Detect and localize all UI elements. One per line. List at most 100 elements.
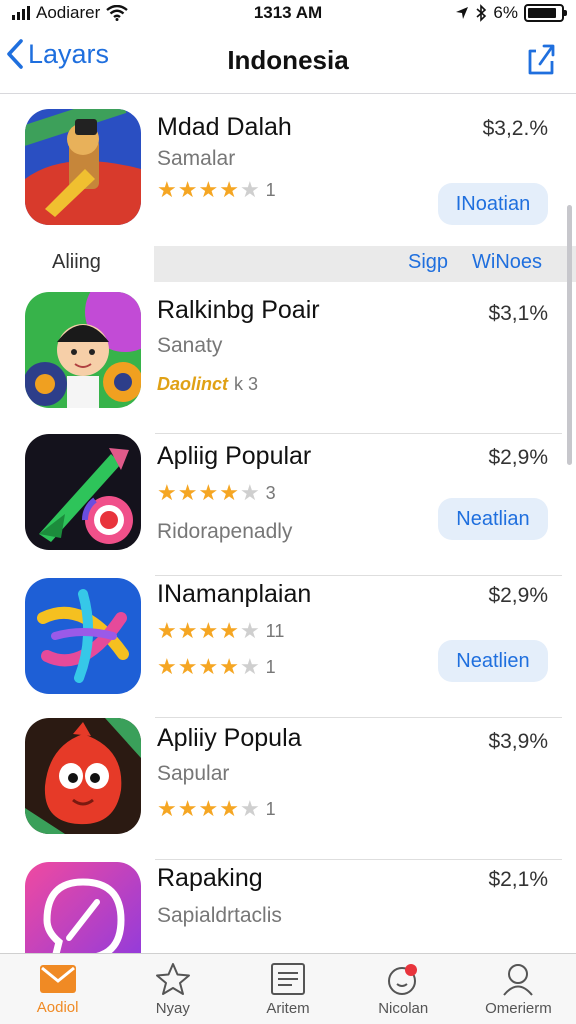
- app-name: Ralkinbg Poair: [157, 296, 320, 324]
- wifi-icon: [106, 5, 129, 21]
- section-link-sigp[interactable]: Sigp: [408, 251, 448, 274]
- app-subtitle: Samalar: [157, 147, 236, 170]
- app-price: $2,1%: [488, 868, 548, 891]
- install-button[interactable]: INoatian: [438, 183, 548, 225]
- star-icon: ★: [157, 618, 177, 643]
- star-icon: ★: [157, 796, 177, 821]
- star-icon: ★: [219, 654, 239, 679]
- rating-count: 3: [265, 482, 276, 503]
- star-rating: ★ ★ ★ ★ ★: [157, 620, 260, 642]
- tab-label: Nicolan: [378, 999, 429, 1017]
- mail-icon: [39, 964, 76, 993]
- app-subtitle: Sapialdrtaclis: [157, 904, 282, 927]
- rating-count: 11: [265, 620, 285, 641]
- tab-label: Omerierm: [485, 999, 552, 1017]
- app-subtitle: Sanaty: [157, 334, 223, 357]
- carrier-label: Aodiarer: [36, 3, 101, 22]
- section-link-winoes[interactable]: WiNoes: [472, 251, 542, 274]
- star-icon: [155, 962, 190, 995]
- app-icon-3: [25, 434, 141, 550]
- app-subtitle: Sapular: [157, 762, 230, 785]
- tab-nicolan[interactable]: Nicolan: [346, 954, 461, 1024]
- star-rating: ★ ★ ★ ★ ★: [157, 656, 260, 678]
- app-row-3[interactable]: Apliig Popular $2,9% ★ ★ ★ ★ ★ 3 Ridorapenad…: [0, 434, 576, 576]
- tab-aodiol[interactable]: Aodiol: [0, 954, 115, 1024]
- star-icon: ★: [219, 618, 239, 643]
- app-rating: ★ ★ ★ ★ ★ 1: [157, 179, 276, 201]
- app-rating: Daolinct k 3: [157, 374, 258, 395]
- app-name: Mdad Dalah: [157, 113, 292, 141]
- back-button[interactable]: Layars: [6, 38, 109, 70]
- battery-percent: 6%: [493, 3, 518, 22]
- tab-label: Aodiol: [36, 998, 79, 1016]
- star-empty-icon: ★: [239, 654, 260, 679]
- star-rating: ★ ★ ★ ★ ★: [157, 798, 260, 820]
- app-name: Apliiy Popula: [157, 724, 302, 752]
- app-price: $3,2.%: [482, 117, 548, 140]
- tab-omerierm[interactable]: Omerierm: [461, 954, 576, 1024]
- app-list[interactable]: Mdad Dalah Samalar $3,2.% ★ ★ ★ ★ ★ 1 INoati…: [0, 95, 576, 953]
- app-row-1[interactable]: Mdad Dalah Samalar $3,2.% ★ ★ ★ ★ ★ 1 INoati…: [0, 109, 576, 251]
- rating-count: 1: [265, 798, 276, 819]
- status-bar: Aodiarer 1313 AM 6%: [0, 0, 576, 26]
- app-price: $3,1%: [488, 302, 548, 325]
- app-rating: ★ ★ ★ ★ ★ 11: [157, 620, 284, 642]
- scrollbar[interactable]: [567, 205, 572, 465]
- star-icon: ★: [198, 654, 219, 679]
- back-button-label: Layars: [28, 38, 110, 69]
- location-arrow-icon: [456, 7, 469, 19]
- star-empty-icon: ★: [239, 480, 260, 505]
- chevron-left-icon: [7, 39, 23, 69]
- rating-count: k 3: [234, 374, 259, 394]
- app-name: Rapaking: [157, 864, 263, 892]
- notification-icon: [388, 963, 418, 995]
- navigation-bar: Layars Indonesia: [0, 28, 576, 94]
- section-label: Aliing: [52, 251, 101, 273]
- star-icon: ★: [157, 654, 177, 679]
- star-icon: ★: [198, 480, 219, 505]
- star-icon: ★: [219, 480, 239, 505]
- status-left: Aodiarer: [12, 3, 196, 23]
- app-price: $2,9%: [488, 446, 548, 469]
- rating-count: 1: [265, 179, 276, 200]
- star-icon: ★: [198, 796, 219, 821]
- tab-bar: Aodiol Nyay Aritem Nicolan Omerierm: [0, 953, 576, 1024]
- app-icon-5: [25, 718, 141, 834]
- list-icon: [271, 962, 305, 995]
- star-icon: ★: [198, 177, 219, 202]
- tab-nyay[interactable]: Nyay: [115, 954, 230, 1024]
- promo-label: Daolinct: [157, 374, 229, 394]
- app-row-4[interactable]: INamanplaian $2,9% ★ ★ ★ ★ ★ 11 ★ ★ ★ ★ ★ 1 Neat…: [0, 576, 576, 718]
- star-icon: ★: [157, 480, 177, 505]
- app-price: $2,9%: [488, 584, 548, 607]
- app-icon-4: [25, 578, 141, 694]
- app-row-2[interactable]: Ralkinbg Poair Sanaty $3,1% Daolinct k 3: [0, 292, 576, 434]
- star-icon: ★: [219, 177, 239, 202]
- section-header: Aliing Sigp WiNoes: [0, 246, 576, 282]
- app-rating-secondary: ★ ★ ★ ★ ★ 1: [157, 656, 276, 678]
- star-rating: ★ ★ ★ ★ ★: [157, 482, 260, 504]
- install-button[interactable]: Neatlian: [438, 498, 548, 540]
- share-button[interactable]: [526, 42, 556, 81]
- status-right: 6%: [380, 3, 567, 23]
- app-row-6[interactable]: Rapaking $2,1% Sapialdrtaclis: [0, 860, 576, 953]
- install-button[interactable]: Neatlien: [438, 640, 548, 682]
- share-icon: [528, 44, 555, 75]
- app-rating: ★ ★ ★ ★ ★ 3: [157, 482, 276, 504]
- bluetooth-icon: [476, 4, 487, 22]
- app-row-5[interactable]: Apliiy Popula Sapular $3,9% ★ ★ ★ ★ ★ 1: [0, 718, 576, 860]
- star-icon: ★: [177, 654, 198, 679]
- app-name: INamanplaian: [157, 580, 312, 608]
- star-rating: ★ ★ ★ ★ ★: [157, 179, 260, 201]
- tab-aritem[interactable]: Aritem: [230, 954, 345, 1024]
- app-icon-6: [25, 862, 141, 953]
- app-price: $3,9%: [488, 730, 548, 753]
- star-icon: ★: [177, 177, 198, 202]
- star-icon: ★: [219, 796, 239, 821]
- app-subtitle: Ridorapenadly: [157, 520, 293, 543]
- app-icon-2: [25, 292, 141, 408]
- star-icon: ★: [157, 177, 177, 202]
- signal-icon: [12, 6, 30, 20]
- rating-count: 1: [265, 656, 276, 677]
- tab-label: Nyay: [155, 999, 190, 1017]
